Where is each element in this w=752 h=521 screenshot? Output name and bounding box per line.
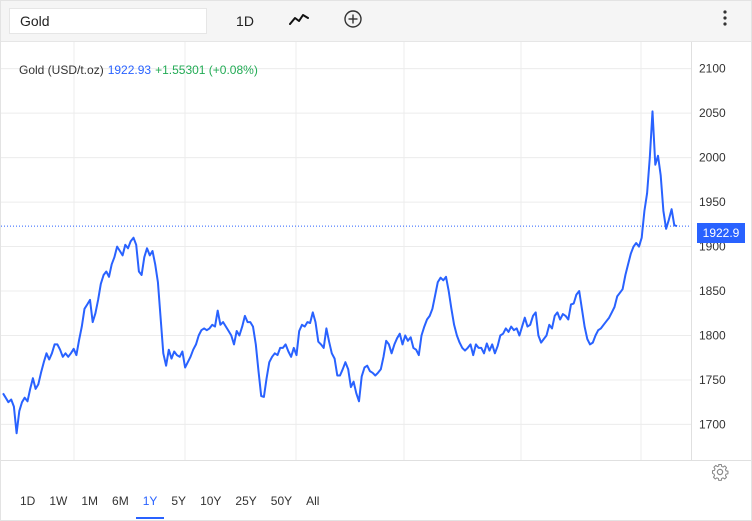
chart-legend: Gold (USD/t.oz) 1922.93 +1.55301 (+0.08%) (19, 63, 258, 77)
legend-change: +1.55301 (+0.08%) (155, 63, 258, 77)
y-tick-label: 1700 (699, 417, 726, 431)
current-price-label: 1922.9 (697, 223, 745, 243)
settings-button[interactable] (711, 463, 729, 481)
price-chart[interactable]: 170017501800185019001950200020502100MayJ… (1, 42, 751, 462)
plus-circle-icon (344, 10, 362, 28)
range-button-10y[interactable]: 10Y (193, 489, 228, 513)
range-button-all[interactable]: All (299, 489, 326, 513)
chart-toolbar: 1D (1, 1, 751, 42)
range-button-25y[interactable]: 25Y (228, 489, 263, 513)
range-button-50y[interactable]: 50Y (264, 489, 299, 513)
interval-button[interactable]: 1D (229, 9, 261, 33)
range-button-6m[interactable]: 6M (105, 489, 136, 513)
legend-symbol-name: Gold (USD/t.oz) (19, 63, 104, 77)
y-tick-label: 1950 (699, 195, 726, 209)
gold-price-series-line (2, 110, 678, 435)
line-chart-icon (289, 14, 309, 25)
chart-widget: 1D 170017501800185019001950200020502100M… (0, 0, 752, 521)
y-tick-label: 2050 (699, 106, 726, 120)
gear-icon (711, 463, 729, 481)
range-button-5y[interactable]: 5Y (164, 489, 193, 513)
more-options-button[interactable] (715, 9, 735, 33)
compare-button[interactable] (341, 9, 365, 33)
range-button-1d[interactable]: 1D (13, 489, 42, 513)
range-button-1w[interactable]: 1W (42, 489, 74, 513)
range-button-1m[interactable]: 1M (74, 489, 105, 513)
range-selector: 1D 1W 1M 6M 1Y 5Y 10Y 25Y 50Y All (13, 489, 326, 519)
y-tick-label: 2100 (699, 62, 726, 76)
y-tick-label: 1750 (699, 373, 726, 387)
legend-price: 1922.93 (107, 63, 152, 77)
y-tick-label: 1850 (699, 284, 726, 298)
chart-type-button[interactable] (287, 9, 311, 33)
y-tick-label: 1800 (699, 328, 726, 342)
vertical-dots-icon (723, 10, 727, 26)
y-tick-label: 2000 (699, 151, 726, 165)
range-button-1y[interactable]: 1Y (135, 489, 165, 519)
symbol-search-input[interactable] (9, 8, 207, 34)
